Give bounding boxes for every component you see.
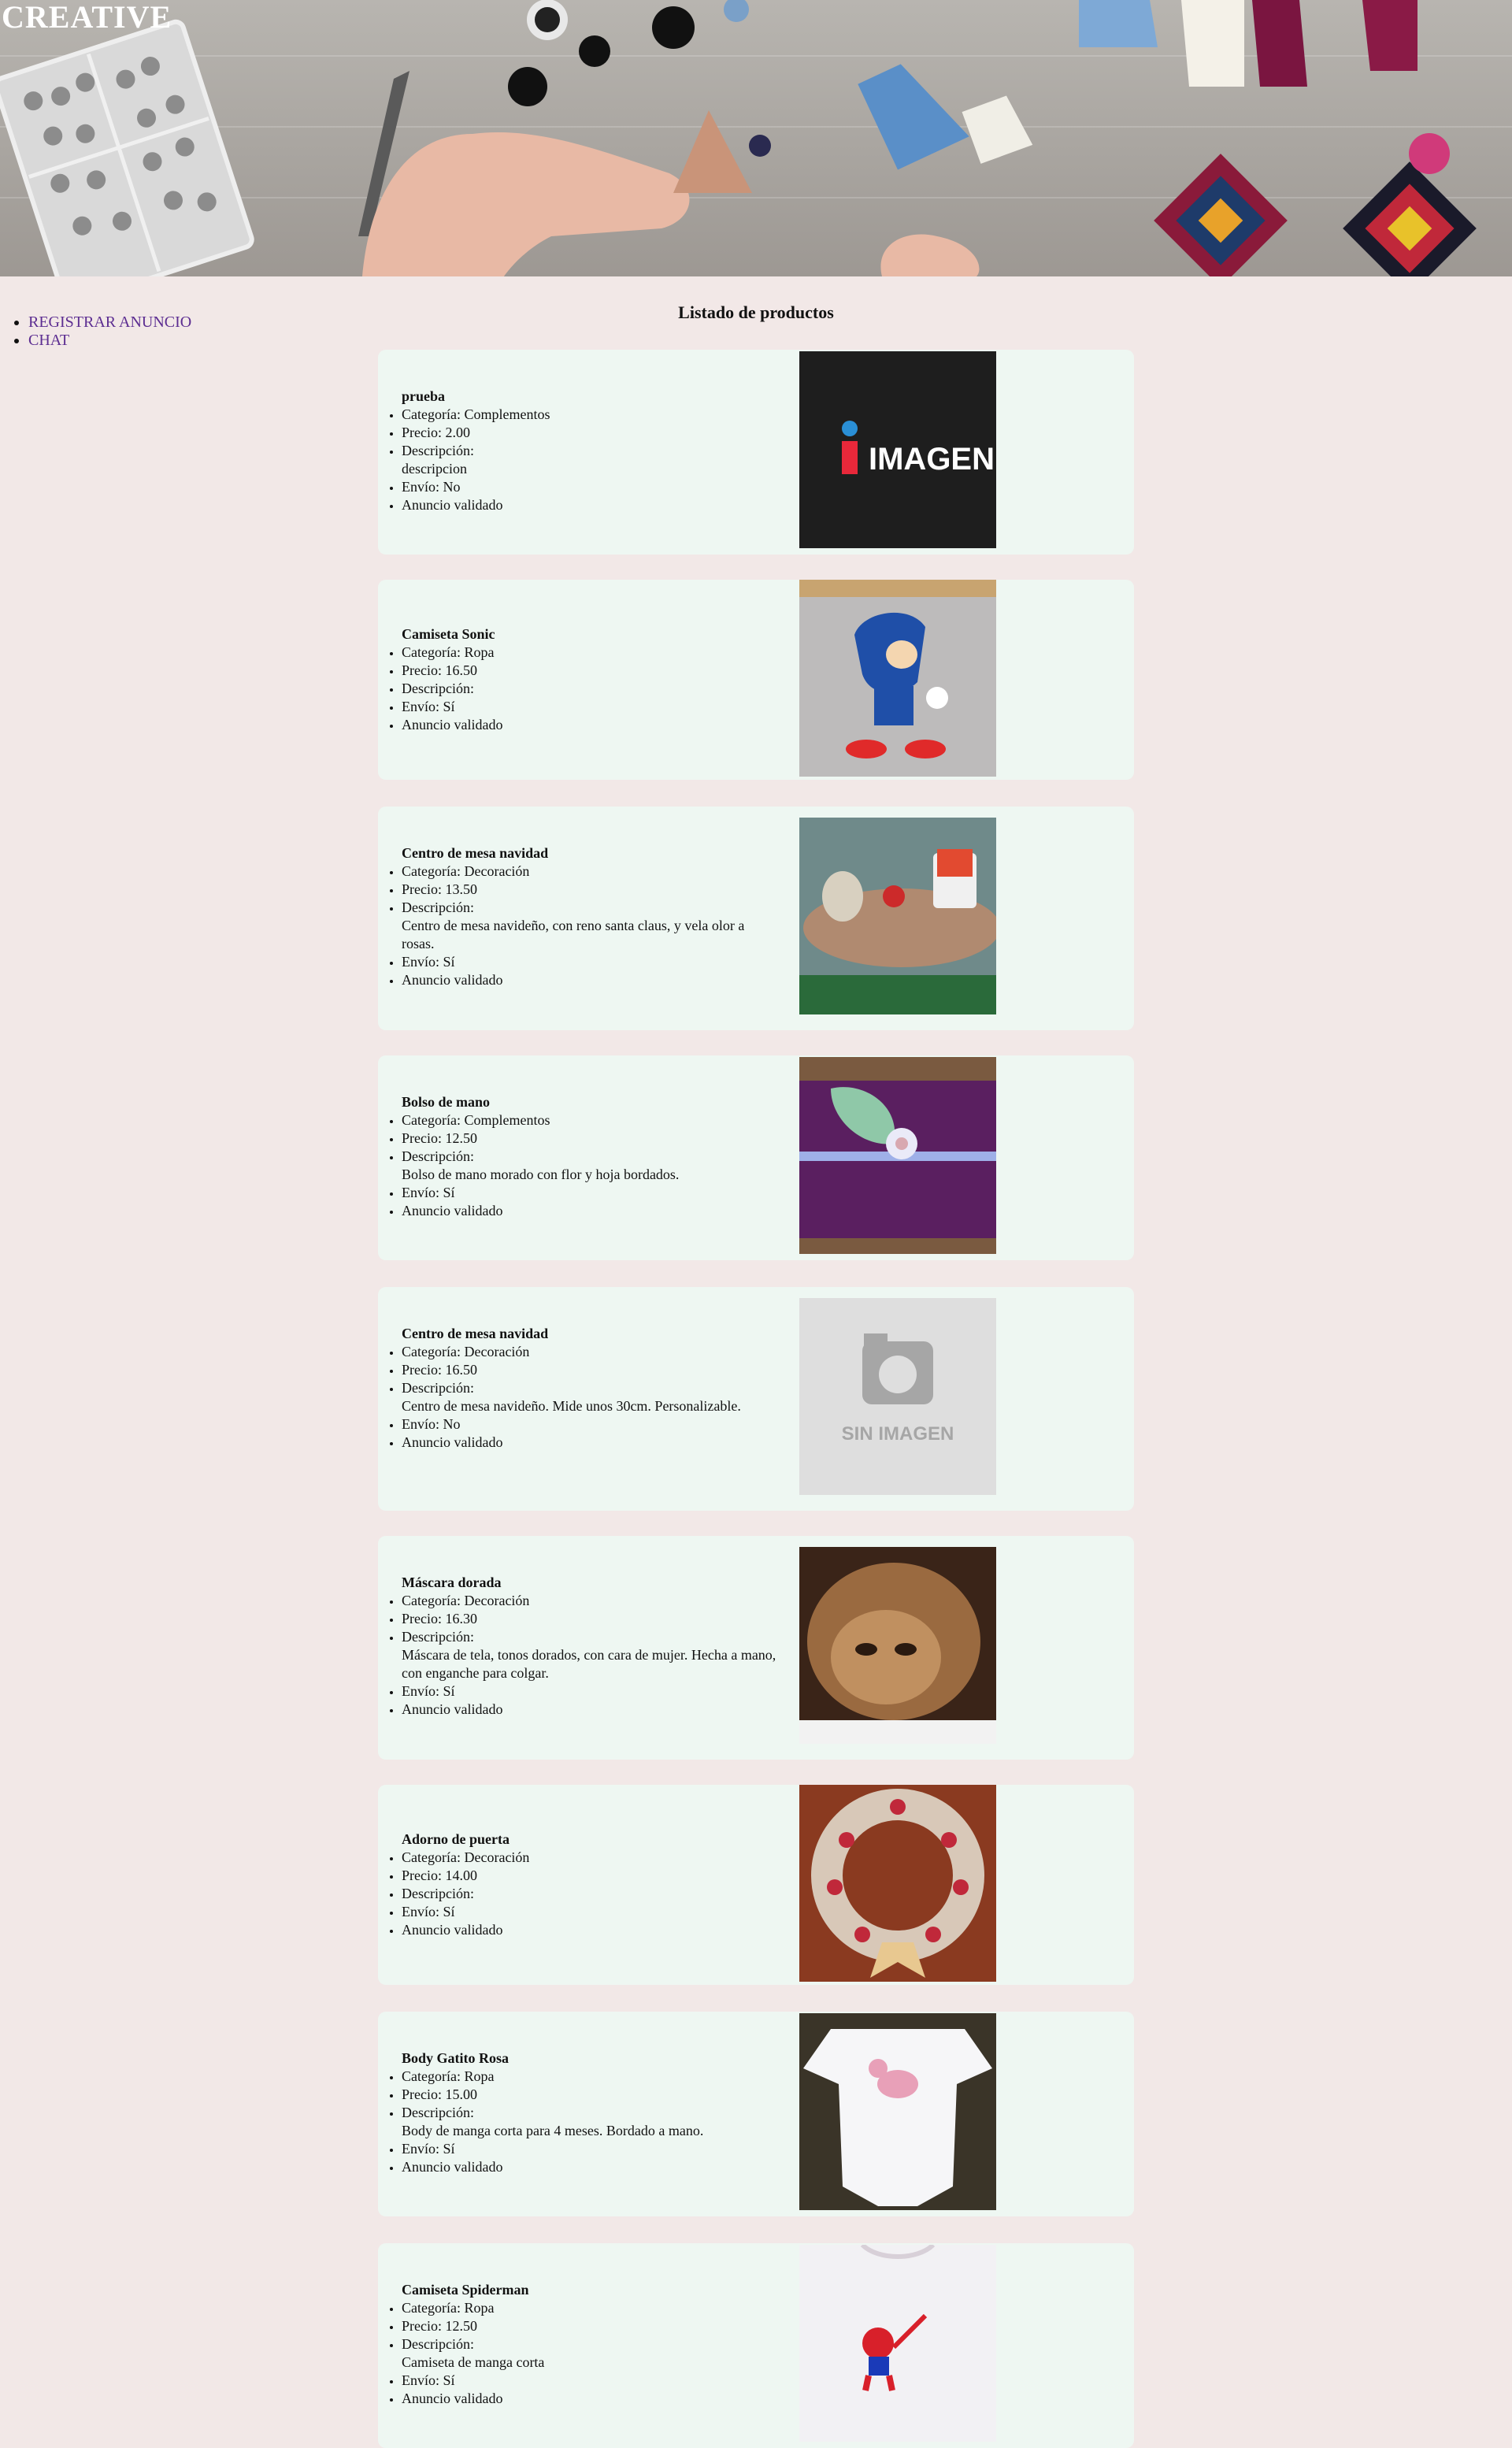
product-price: Precio: 15.00 [402,2086,780,2104]
product-shipping: Envío: Sí [402,1184,780,1202]
product-validated: Anuncio validado [402,2390,780,2408]
product-validated: Anuncio validado [402,971,780,989]
product-description: Descripción:Camiseta de manga corta [402,2335,780,2372]
product-name: Máscara dorada [402,1575,502,1590]
product-shipping: Envío: Sí [402,1903,780,1921]
sonic-shirt-photo [799,580,996,759]
product-shipping: Envío: Sí [402,953,780,971]
product-name: Camiseta Spiderman [402,2282,529,2298]
product-card[interactable]: Camiseta Spiderman Categoría: Ropa Preci… [378,2243,1134,2448]
product-name: Camiseta Sonic [402,626,495,642]
door-wreath-photo [811,1789,984,1978]
product-validated: Anuncio validado [402,1921,780,1939]
product-price: Precio: 13.50 [402,881,780,899]
product-info: Camiseta Spiderman Categoría: Ropa Preci… [402,2281,780,2408]
product-name: Adorno de puerta [402,1831,510,1847]
header-banner: CREATIVE [0,0,1512,276]
product-info: prueba Categoría: Complementos Precio: 2… [402,388,780,514]
product-info: Adorno de puerta Categoría: Decoración P… [402,1830,780,1939]
product-shipping: Envío: Sí [402,1682,780,1701]
product-shipping: Envío: Sí [402,2372,780,2390]
product-image[interactable] [799,1547,996,1744]
product-image[interactable]: SIN IMAGEN [799,1298,996,1495]
product-price: Precio: 16.50 [402,1361,780,1379]
product-image[interactable] [799,1785,996,1982]
product-shipping: Envío: No [402,478,780,496]
product-category: Categoría: Decoración [402,1343,780,1361]
product-card[interactable]: Bolso de mano Categoría: Complementos Pr… [378,1055,1134,1260]
product-price: Precio: 12.50 [402,2317,780,2335]
xmas-centerpiece-photo [799,849,996,1014]
product-info: Centro de mesa navidad Categoría: Decora… [402,1325,780,1452]
product-price: Precio: 12.50 [402,1129,780,1148]
nav-item-chat: CHAT [28,332,191,350]
product-image[interactable] [799,2245,996,2442]
product-category: Categoría: Ropa [402,644,780,662]
product-description: Descripción:Máscara de tela, tonos dorad… [402,1628,780,1682]
product-info: Camiseta Sonic Categoría: Ropa Precio: 1… [402,625,780,734]
product-image[interactable] [799,1057,996,1254]
sin-imagen-text: SIN IMAGEN [842,1423,954,1445]
product-card[interactable]: Adorno de puerta Categoría: Decoración P… [378,1785,1134,1985]
product-name: Centro de mesa navidad [402,1326,549,1341]
product-card[interactable]: Centro de mesa navidad Categoría: Decora… [378,1287,1134,1511]
sin-imagen-placeholder-icon: SIN IMAGEN [842,1333,954,1445]
product-validated: Anuncio validado [402,2158,780,2176]
page-title: Listado de productos [678,302,834,322]
product-category: Categoría: Decoración [402,1849,780,1867]
product-card[interactable]: Centro de mesa navidad Categoría: Decora… [378,807,1134,1030]
product-shipping: Envío: Sí [402,2140,780,2158]
product-price: Precio: 16.50 [402,662,780,680]
spiderman-shirt-photo [860,2245,936,2391]
product-price: Precio: 14.00 [402,1867,780,1885]
product-description: Descripción:descripcion [402,442,780,478]
product-info: Bolso de mano Categoría: Complementos Pr… [402,1093,780,1220]
gold-mask-photo [799,1563,996,1744]
imagen-text: IMAGEN [869,442,995,477]
product-validated: Anuncio validado [402,496,780,514]
product-category: Categoría: Decoración [402,1592,780,1610]
product-validated: Anuncio validado [402,716,780,734]
product-description: Descripción:Body de manga corta para 4 m… [402,2104,780,2140]
product-price: Precio: 16.30 [402,1610,780,1628]
product-info: Máscara dorada Categoría: Decoración Pre… [402,1574,780,1719]
product-card[interactable]: Máscara dorada Categoría: Decoración Pre… [378,1536,1134,1760]
product-description: Descripción:Centro de mesa navideño, con… [402,899,780,953]
product-category: Categoría: Complementos [402,1111,780,1129]
product-name: Body Gatito Rosa [402,2050,510,2066]
product-price: Precio: 2.00 [402,424,780,442]
product-shipping: Envío: Sí [402,698,780,716]
site-title: CREATIVE [2,0,172,35]
product-description: Descripción:Bolso de mano morado con flo… [402,1148,780,1184]
product-info: Body Gatito Rosa Categoría: Ropa Precio:… [402,2049,780,2176]
chat-link[interactable]: CHAT [28,332,69,349]
product-info: Centro de mesa navidad Categoría: Decora… [402,844,780,989]
product-description: Descripción: [402,680,780,698]
imagen-placeholder-icon: IMAGEN [842,421,995,477]
product-description: Descripción:Centro de mesa navideño. Mid… [402,1379,780,1415]
product-image[interactable]: IMAGEN [799,351,996,548]
product-card[interactable]: prueba Categoría: Complementos Precio: 2… [378,350,1134,555]
product-validated: Anuncio validado [402,1701,780,1719]
product-image[interactable] [799,580,996,777]
product-name: Bolso de mano [402,1094,491,1110]
baby-body-cat-photo [803,2029,992,2206]
product-description: Descripción: [402,1885,780,1903]
product-validated: Anuncio validado [402,1202,780,1220]
product-image[interactable] [799,2013,996,2210]
product-card[interactable]: Camiseta Sonic Categoría: Ropa Precio: 1… [378,580,1134,780]
product-validated: Anuncio validado [402,1434,780,1452]
product-category: Categoría: Decoración [402,862,780,881]
product-shipping: Envío: No [402,1415,780,1434]
crafts-photo [0,0,1477,276]
product-category: Categoría: Complementos [402,406,780,424]
product-category: Categoría: Ropa [402,2299,780,2317]
product-name: Centro de mesa navidad [402,845,549,861]
purple-bag-photo [799,1081,996,1238]
product-category: Categoría: Ropa [402,2068,780,2086]
product-name: prueba [402,388,446,404]
product-image[interactable] [799,818,996,1014]
product-card[interactable]: Body Gatito Rosa Categoría: Ropa Precio:… [378,2012,1134,2216]
